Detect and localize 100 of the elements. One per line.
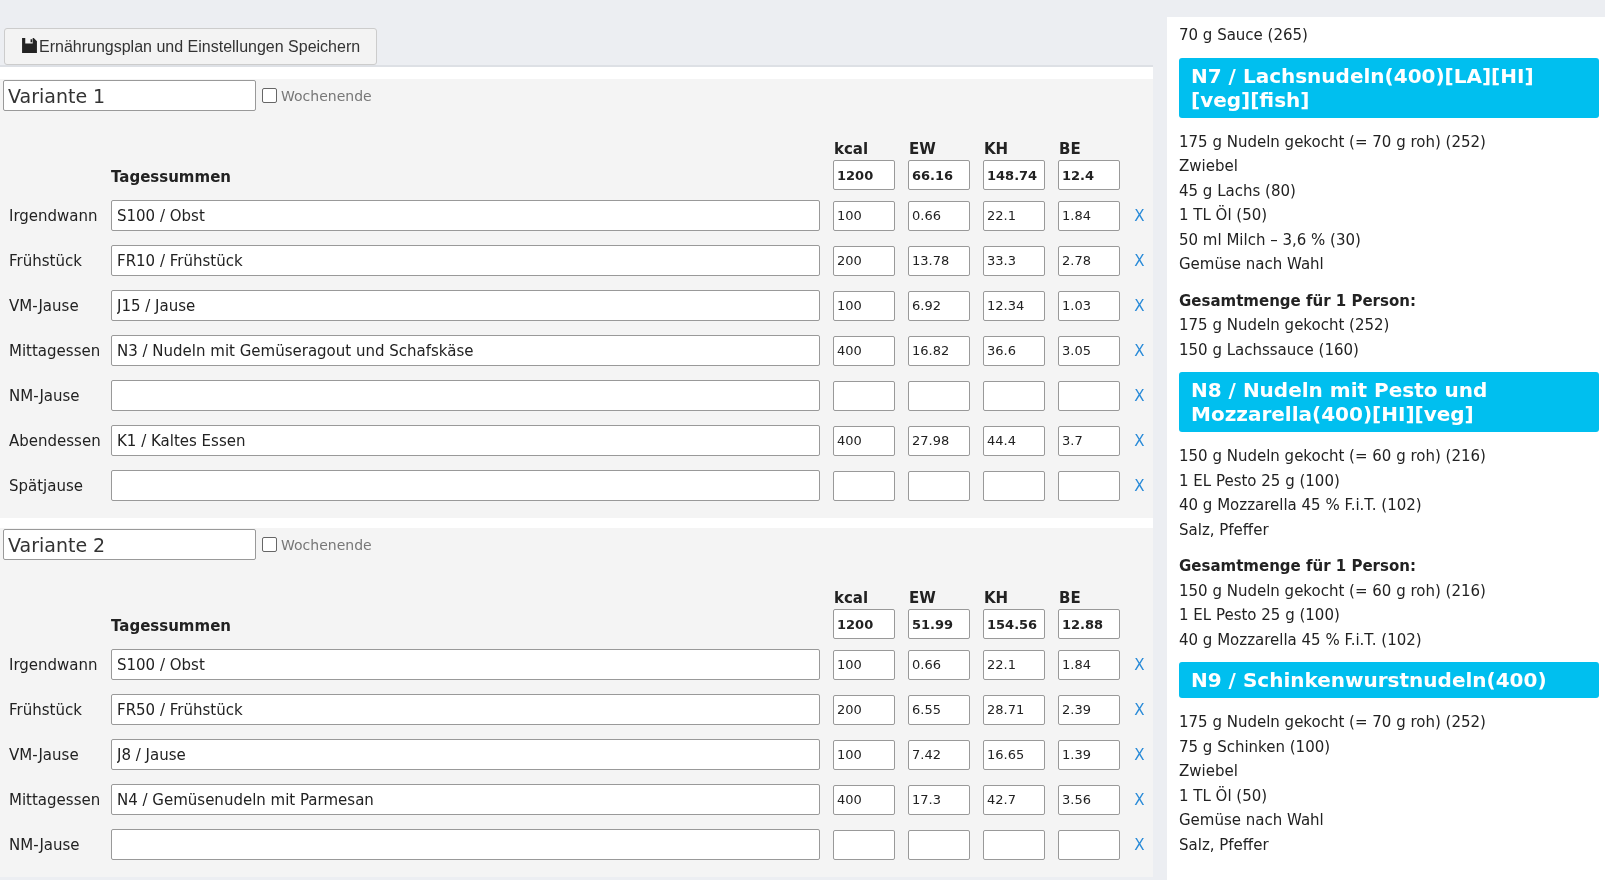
meal-label: NM-Jause [8,386,81,405]
nutrient-field[interactable] [833,829,895,860]
meal-field[interactable] [111,470,820,501]
column-header: kcal [833,140,870,158]
meal-field[interactable]: K1 / Kaltes Essen [111,425,820,456]
nutrient-field[interactable] [908,380,970,411]
nutrient-field[interactable]: 1.84 [1058,200,1120,231]
recipe-heading: N7 / Lachsnudeln(400)[LA][HI] [veg][fish] [1179,57,1599,118]
column-header: KH [983,140,1010,158]
meal-field[interactable]: FR10 / Frühstück [111,245,820,276]
meal-field[interactable] [111,380,820,411]
save-button[interactable]: Ernährungsplan und Einstellungen Speichern [4,28,378,65]
nutrient-field[interactable]: 100 [833,739,895,770]
nutrient-field[interactable] [983,829,1045,860]
nutrient-field[interactable]: 6.55 [908,694,970,725]
nutrient-field[interactable]: 1.39 [1058,739,1120,770]
nutrient-field[interactable]: 16.82 [908,335,970,366]
total-field[interactable]: 12.88 [1058,609,1120,639]
ingredient-line: Zwiebel [1179,156,1239,177]
nutrient-field[interactable]: 17.3 [908,784,970,815]
meal-field[interactable]: N3 / Nudeln mit Gemüseragout und Schafskäse [111,335,820,366]
nutrient-field[interactable]: 3.7 [1058,425,1120,456]
meal-field[interactable]: N4 / Gemüsenudeln mit Parmesan [111,784,820,815]
meal-label: VM-Jause [8,745,80,764]
nutrient-field[interactable] [833,470,895,501]
nutrient-field[interactable]: 200 [833,245,895,276]
ingredient-line: 1 TL Öl (50) [1179,204,1269,226]
meal-field[interactable]: J8 / Jause [111,739,820,770]
total-field[interactable]: 1200 [833,160,895,190]
nutrient-field[interactable] [833,380,895,411]
nutrient-field[interactable]: 22.1 [983,649,1045,680]
nutrient-field[interactable]: 400 [833,784,895,815]
nutrient-field[interactable]: 0.66 [908,649,970,680]
ingredient-line: 40 g Mozzarella 45 % F.i.T. (102) [1179,629,1423,651]
nutrient-field[interactable] [908,470,970,501]
variant-name-field[interactable]: Variante 1 [3,80,256,111]
meal-field[interactable]: J15 / Jause [111,290,820,321]
ingredient-line: 40 g Mozzarella 45 % F.i.T. (102) [1179,495,1423,516]
ingredient-line: 50 ml Milch – 3,6 % (30) [1179,229,1362,251]
total-field[interactable]: 1200 [833,609,895,639]
nutrient-field[interactable]: 100 [833,649,895,680]
nutrient-field[interactable]: 44.4 [983,425,1045,456]
meal-label: Spätjause [8,476,85,495]
nutrient-field[interactable]: 28.71 [983,694,1045,725]
nutrient-field[interactable]: 27.98 [908,425,970,456]
nutrient-field[interactable]: 2.39 [1058,694,1120,725]
total-field[interactable]: 51.99 [908,609,970,639]
nutrient-field[interactable]: 1.03 [1058,290,1120,321]
recipe-heading: N8 / Nudeln mit Pesto und Mozzarella(400)[HI][veg] [1179,372,1599,432]
meal-label: Frühstück [8,700,83,719]
meal-field[interactable] [111,829,820,860]
nutrient-field[interactable]: 200 [833,694,895,725]
nutrient-field[interactable]: 400 [833,335,895,366]
meal-label: Frühstück [8,251,83,270]
meal-label: Irgendwann [8,206,99,225]
nutrient-field[interactable]: 100 [833,200,895,231]
weekend-checkbox[interactable] [262,537,277,552]
ingredient-line: 45 g Lachs (80) [1179,180,1297,202]
nutrient-field[interactable]: 3.05 [1058,335,1120,366]
nutrient-field[interactable]: 400 [833,425,895,456]
total-field[interactable]: 148.74 [983,160,1045,190]
nutrient-field[interactable]: 3.56 [1058,784,1120,815]
nutrient-field[interactable]: 13.78 [908,245,970,276]
nutrient-field[interactable] [983,470,1045,501]
nutrient-field[interactable]: 2.78 [1058,245,1120,276]
ingredient-line: 1 EL Pesto 25 g (100) [1179,605,1341,626]
nutrient-field[interactable]: 22.1 [983,200,1045,231]
nutrient-field[interactable]: 6.92 [908,290,970,321]
meal-field[interactable]: FR50 / Frühstück [111,694,820,725]
column-header: kcal [833,589,870,607]
nutrient-field[interactable]: 1.84 [1058,649,1120,680]
nutrient-field[interactable] [908,829,970,860]
nutrient-field[interactable]: 33.3 [983,245,1045,276]
ingredient-line: 70 g Sauce (265) [1179,25,1309,46]
ingredient-line: 175 g Nudeln gekocht (252) [1179,315,1391,336]
total-field[interactable]: 12.4 [1058,160,1120,190]
nutrient-field[interactable] [1058,380,1120,411]
nutrient-field[interactable]: 0.66 [908,200,970,231]
nutrient-field[interactable]: 36.6 [983,335,1045,366]
ingredient-line: 75 g Schinken (100) [1179,736,1332,758]
ingredient-line: Salz, Pfeffer [1179,519,1270,541]
nutrient-field[interactable]: 100 [833,290,895,321]
meal-field[interactable]: S100 / Obst [111,649,820,680]
ingredient-line: Gemüse nach Wahl [1179,810,1325,831]
total-field[interactable]: 154.56 [983,609,1045,639]
nutrient-field[interactable] [983,380,1045,411]
nutrient-field[interactable]: 16.65 [983,739,1045,770]
ingredient-line: Gemüse nach Wahl [1179,254,1325,275]
weekend-checkbox[interactable] [262,88,277,103]
nutrient-field[interactable]: 12.34 [983,290,1045,321]
nutrient-field[interactable] [1058,829,1120,860]
meal-label: NM-Jause [8,835,81,854]
column-header: KH [983,589,1010,607]
variant-name-field[interactable]: Variante 2 [3,529,256,560]
daily-totals-label: Tagessummen [111,168,232,188]
nutrient-field[interactable]: 7.42 [908,739,970,770]
nutrient-field[interactable]: 42.7 [983,784,1045,815]
meal-field[interactable]: S100 / Obst [111,200,820,231]
total-field[interactable]: 66.16 [908,160,970,190]
nutrient-field[interactable] [1058,470,1120,501]
